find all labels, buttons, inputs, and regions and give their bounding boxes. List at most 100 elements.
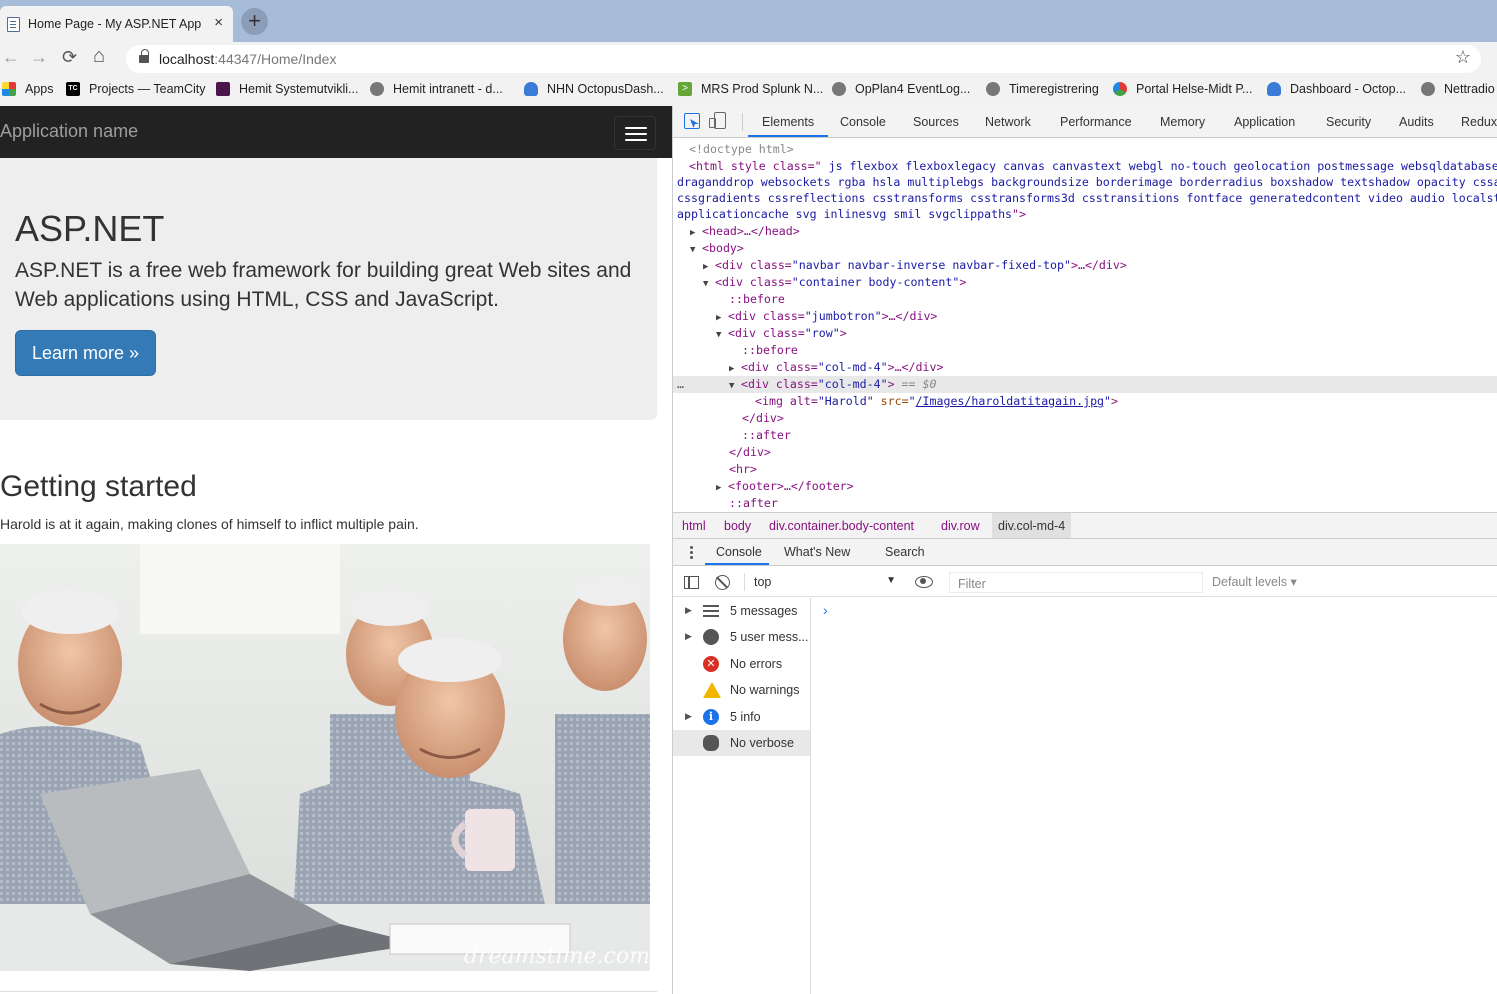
device-toolbar-icon[interactable] bbox=[709, 112, 726, 129]
bookmark-hemit-systemutvikling[interactable]: Hemit Systemutvikli... bbox=[216, 82, 358, 96]
site-navbar: Application name bbox=[0, 106, 672, 158]
sidebar-item-errors[interactable]: ✕ No errors bbox=[673, 651, 810, 677]
dom-node-img[interactable]: <img alt="Harold" src="/Images/haroldati… bbox=[755, 393, 1497, 410]
dom-node-body[interactable]: ▼ <body> bbox=[690, 240, 1497, 257]
tab-redux[interactable]: Redux bbox=[1461, 115, 1497, 129]
back-icon[interactable]: ← bbox=[2, 47, 20, 68]
tab-performance[interactable]: Performance bbox=[1060, 115, 1132, 129]
bookmark-label: Hemit intranett - d... bbox=[393, 82, 503, 96]
bookmark-nhn-octopus[interactable]: NHN OctopusDash... bbox=[524, 82, 664, 96]
img-src-link[interactable]: /Images/haroldatitagain.jpg bbox=[916, 394, 1104, 408]
tag-end: > bbox=[959, 275, 967, 289]
dom-node-html[interactable]: <html style class=" js flexbox flexboxle… bbox=[689, 158, 1497, 175]
bookmark-mrs-splunk[interactable]: > MRS Prod Splunk N... bbox=[678, 82, 823, 96]
class-value: "container body-content" bbox=[791, 275, 960, 289]
browser-tab[interactable]: Home Page - My ASP.NET Applic × bbox=[0, 6, 233, 42]
dom-node-navbar[interactable]: ▶ <div class="navbar navbar-inverse navba… bbox=[703, 257, 1497, 274]
breadcrumb-body[interactable]: body bbox=[724, 519, 751, 533]
expand-triangle-icon[interactable]: ▶ bbox=[716, 480, 728, 497]
console-filter-input[interactable]: Filter bbox=[949, 572, 1203, 593]
address-bar[interactable]: localhost:44347/Home/Index ☆ bbox=[126, 45, 1481, 73]
bookmark-dashboard-octopus[interactable]: Dashboard - Octop... bbox=[1267, 82, 1406, 96]
tab-security[interactable]: Security bbox=[1326, 115, 1371, 129]
dom-node-doctype[interactable]: <!doctype html> bbox=[689, 141, 1497, 158]
reload-icon[interactable]: ⟳ bbox=[62, 47, 77, 68]
tab-console[interactable]: Console bbox=[840, 115, 886, 129]
dom-breadcrumb: html body div.container.body-content div… bbox=[673, 512, 1497, 539]
tab-memory[interactable]: Memory bbox=[1160, 115, 1205, 129]
bookmark-star-icon[interactable]: ☆ bbox=[1455, 47, 1471, 68]
dom-node-div-end[interactable]: </div> bbox=[742, 410, 1497, 427]
more-options-icon[interactable]: … bbox=[677, 376, 684, 393]
head-tag: <head>…</head> bbox=[702, 224, 800, 238]
site-brand-link[interactable]: Application name bbox=[0, 121, 138, 142]
collapse-triangle-icon[interactable]: ▼ bbox=[729, 378, 741, 395]
dom-node-jumbotron[interactable]: ▶ <div class="jumbotron">…</div> bbox=[716, 308, 1497, 325]
hamburger-menu-button[interactable] bbox=[614, 116, 656, 150]
sidebar-toggle-icon[interactable] bbox=[684, 576, 699, 589]
log-levels-dropdown[interactable]: Default levels ▾ bbox=[1212, 574, 1297, 589]
expand-triangle-icon[interactable]: ▶ bbox=[685, 605, 692, 616]
breadcrumb-container[interactable]: div.container.body-content bbox=[769, 519, 914, 533]
dom-node-before[interactable]: ::before bbox=[742, 342, 1497, 359]
dom-node-before[interactable]: ::before bbox=[729, 291, 1497, 308]
drawer-menu-icon[interactable] bbox=[690, 546, 693, 549]
bookmark-portal-helse-midt[interactable]: Portal Helse-Midt P... bbox=[1113, 82, 1252, 96]
breadcrumb-col-md-4[interactable]: div.col-md-4 bbox=[992, 513, 1072, 538]
dom-node-col-md-4-selected[interactable]: … ▼ <div class="col-md-4"> == $0 bbox=[673, 376, 1497, 393]
tab-sources[interactable]: Sources bbox=[913, 115, 959, 129]
bookmark-timeregistrering[interactable]: Timeregistrering bbox=[986, 82, 1099, 96]
harold-photo-image bbox=[0, 544, 650, 971]
tab-audits[interactable]: Audits bbox=[1399, 115, 1434, 129]
bookmark-teamcity[interactable]: TC Projects — TeamCity bbox=[66, 82, 205, 96]
tab-title: Home Page - My ASP.NET Applic bbox=[28, 17, 202, 31]
dom-node-col-md-4[interactable]: ▶ <div class="col-md-4">…</div> bbox=[729, 359, 1497, 376]
sidebar-item-messages[interactable]: ▶ 5 messages bbox=[673, 598, 810, 624]
forward-icon[interactable]: → bbox=[30, 47, 48, 68]
tab-elements[interactable]: Elements bbox=[762, 115, 814, 129]
expand-triangle-icon[interactable]: ▶ bbox=[685, 631, 692, 642]
sidebar-item-info[interactable]: ▶ i 5 info bbox=[673, 704, 810, 730]
bookmark-apps[interactable]: Apps bbox=[2, 82, 54, 96]
div-close: >…</div> bbox=[1070, 258, 1127, 272]
expand-triangle-icon[interactable]: ▶ bbox=[685, 711, 692, 722]
collapse-triangle-icon[interactable]: ▼ bbox=[690, 242, 702, 259]
dom-node-hr[interactable]: <hr> bbox=[729, 461, 1497, 478]
learn-more-button[interactable]: Learn more » bbox=[15, 330, 156, 376]
collapse-triangle-icon[interactable]: ▼ bbox=[703, 276, 715, 293]
home-icon[interactable]: ⌂ bbox=[93, 45, 105, 68]
dom-node-head[interactable]: ▶ <head>…</head> bbox=[690, 223, 1497, 240]
new-tab-button[interactable]: + bbox=[241, 8, 268, 35]
bookmark-label: Dashboard - Octop... bbox=[1290, 82, 1407, 96]
context-selector[interactable]: top ▼ bbox=[744, 573, 896, 591]
divider bbox=[0, 991, 657, 992]
dom-node-footer[interactable]: ▶ <footer>…</footer> bbox=[716, 478, 1497, 495]
sidebar-item-label: 5 user mess... bbox=[730, 630, 809, 644]
collapse-triangle-icon[interactable]: ▼ bbox=[716, 327, 728, 344]
bookmark-opplan4[interactable]: OpPlan4 EventLog... bbox=[832, 82, 970, 96]
lock-icon[interactable] bbox=[139, 49, 149, 64]
tab-application[interactable]: Application bbox=[1234, 115, 1295, 129]
console-prompt-icon[interactable]: › bbox=[823, 602, 828, 618]
inspect-element-icon[interactable] bbox=[684, 113, 700, 129]
sidebar-item-warnings[interactable]: No warnings bbox=[673, 677, 810, 703]
dom-node-container[interactable]: ▼ <div class="container body-content"> bbox=[703, 274, 1497, 291]
drawer-tab-console[interactable]: Console bbox=[716, 545, 762, 559]
drawer-tab-whats-new[interactable]: What's New bbox=[784, 545, 850, 559]
clear-console-icon[interactable] bbox=[715, 575, 730, 590]
div-close: >…</div> bbox=[887, 360, 944, 374]
dom-node-after[interactable]: ::after bbox=[729, 495, 1497, 511]
breadcrumb-row[interactable]: div.row bbox=[941, 519, 980, 533]
sidebar-item-user-messages[interactable]: ▶ 5 user mess... bbox=[673, 624, 810, 650]
dom-node-after[interactable]: ::after bbox=[742, 427, 1497, 444]
live-expression-eye-icon[interactable] bbox=[915, 576, 933, 588]
dom-node-row[interactable]: ▼ <div class="row"> bbox=[716, 325, 1497, 342]
drawer-tab-search[interactable]: Search bbox=[885, 545, 925, 559]
tab-network[interactable]: Network bbox=[985, 115, 1031, 129]
bookmark-hemit-intranett[interactable]: Hemit intranett - d... bbox=[370, 82, 503, 96]
breadcrumb-html[interactable]: html bbox=[682, 519, 706, 533]
dom-node-div-end[interactable]: </div> bbox=[729, 444, 1497, 461]
bookmark-nettradio[interactable]: Nettradio bbox=[1421, 82, 1495, 96]
close-tab-icon[interactable]: × bbox=[214, 14, 223, 31]
sidebar-item-verbose[interactable]: No verbose bbox=[673, 730, 810, 756]
